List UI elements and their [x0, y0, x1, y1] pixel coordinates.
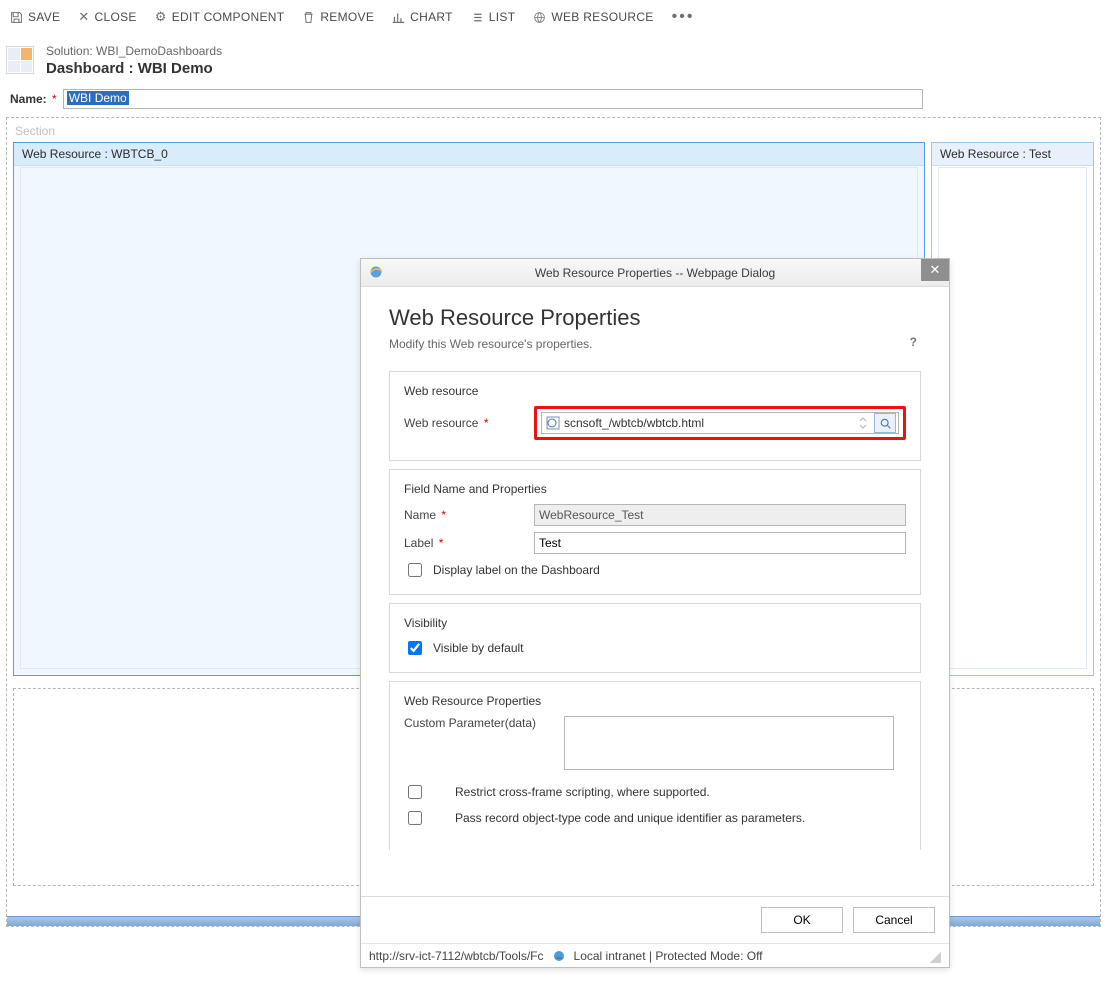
close-icon: ✕	[930, 262, 941, 278]
pass-record-checkbox[interactable]	[408, 811, 422, 825]
name-row: Name *	[404, 504, 906, 526]
edit-component-label: EDIT COMPONENT	[172, 10, 285, 24]
save-button[interactable]: SAVE	[10, 10, 60, 24]
label-input[interactable]	[534, 532, 906, 554]
dialog-subheading: Modify this Web resource's properties.	[389, 337, 921, 351]
dialog-title: Web Resource Properties -- Webpage Dialo…	[535, 266, 775, 280]
panel-visibility: Visibility Visible by default	[389, 603, 921, 673]
form-type-label: Dashboard :	[46, 60, 134, 77]
remove-button[interactable]: REMOVE	[302, 10, 374, 24]
web-resource-button[interactable]: WEB RESOURCE	[533, 10, 653, 24]
close-icon: ✕	[78, 9, 89, 25]
zone-icon	[552, 949, 566, 963]
status-zone: Local intranet | Protected Mode: Off	[574, 949, 763, 963]
restrict-scripting-checkbox[interactable]	[408, 785, 422, 799]
close-button[interactable]: ✕ CLOSE	[78, 9, 136, 25]
panel-web-resource: Web resource Web resource * scnsoft_/wbt…	[389, 371, 921, 461]
panel-field-name: Field Name and Properties Name * Label *…	[389, 469, 921, 595]
dashboard-name-input[interactable]: WBI Demo	[63, 89, 923, 109]
tile-header: Web Resource : Test	[932, 143, 1093, 166]
empty-tile[interactable]	[13, 688, 369, 886]
dialog-heading: Web Resource Properties	[389, 305, 921, 331]
save-label: SAVE	[28, 10, 60, 24]
dashboard-title-line: Dashboard : WBI Demo	[46, 60, 222, 77]
custom-param-input[interactable]	[564, 716, 894, 770]
web-resource-properties-dialog: Web Resource Properties -- Webpage Dialo…	[360, 258, 950, 968]
ie-icon	[369, 265, 383, 279]
dialog-title-bar: Web Resource Properties -- Webpage Dialo…	[361, 259, 949, 287]
edit-component-button[interactable]: ⚙ EDIT COMPONENT	[155, 9, 285, 25]
trash-icon	[302, 11, 315, 24]
chart-icon	[392, 11, 405, 24]
custom-param-label: Custom Parameter(data)	[404, 716, 554, 730]
name-input	[534, 504, 906, 526]
panel-title: Web resource	[404, 384, 906, 398]
resize-grip-icon[interactable]	[927, 949, 941, 963]
globe-icon	[533, 11, 546, 24]
web-resource-row: Web resource * scnsoft_/wbtcb/wbtcb.html	[404, 406, 906, 440]
custom-param-row: Custom Parameter(data)	[404, 716, 906, 770]
solution-line: Solution: WBI_DemoDashboards	[46, 44, 222, 58]
remove-label: REMOVE	[320, 10, 374, 24]
dashboard-name-value: WBI Demo	[67, 91, 129, 105]
display-label-row: Display label on the Dashboard	[404, 560, 906, 580]
name-field-row: Name: * WBI Demo	[0, 83, 1107, 117]
web-resource-label: Web resource *	[404, 416, 524, 430]
tile-header: Web Resource : WBTCB_0	[14, 143, 924, 166]
more-commands-button[interactable]: •••	[672, 8, 695, 26]
chart-label: CHART	[410, 10, 453, 24]
save-icon	[10, 11, 23, 24]
name-label: Name: *	[10, 92, 57, 106]
pass-record-row: Pass record object-type code and unique …	[404, 808, 906, 828]
restrict-row: Restrict cross-frame scripting, where su…	[404, 782, 906, 802]
web-resource-value: scnsoft_/wbtcb/wbtcb.html	[564, 416, 856, 430]
chart-button[interactable]: CHART	[392, 10, 453, 24]
web-resource-highlight: scnsoft_/wbtcb/wbtcb.html	[534, 406, 906, 440]
section-label: Section	[7, 118, 1100, 142]
spinner-icon[interactable]	[856, 414, 870, 432]
lookup-search-button[interactable]	[874, 413, 896, 433]
cancel-button[interactable]: Cancel	[853, 907, 935, 933]
display-label-text: Display label on the Dashboard	[433, 563, 600, 577]
panel-wr-properties: Web Resource Properties Custom Parameter…	[389, 681, 921, 850]
tile-web-resource-test[interactable]: Web Resource : Test	[931, 142, 1094, 676]
ok-button[interactable]: OK	[761, 907, 843, 933]
web-resource-lookup[interactable]: scnsoft_/wbtcb/wbtcb.html	[541, 412, 899, 434]
close-label: CLOSE	[95, 10, 137, 24]
form-header: Solution: WBI_DemoDashboards Dashboard :…	[0, 34, 1107, 83]
list-button[interactable]: LIST	[471, 10, 516, 24]
dashboard-form-icon	[6, 46, 34, 74]
dialog-status-bar: http://srv-ict-7112/wbtcb/Tools/Fc Local…	[361, 943, 949, 967]
visible-default-row: Visible by default	[404, 638, 906, 658]
visible-default-checkbox[interactable]	[408, 641, 422, 655]
label-row: Label *	[404, 532, 906, 554]
visible-default-text: Visible by default	[433, 641, 524, 655]
restrict-scripting-text: Restrict cross-frame scripting, where su…	[455, 785, 710, 799]
solution-name: WBI_DemoDashboards	[96, 44, 222, 58]
help-button[interactable]: ?	[910, 335, 917, 349]
list-label: LIST	[489, 10, 516, 24]
panel-title: Web Resource Properties	[404, 694, 906, 708]
gear-icon: ⚙	[155, 9, 167, 25]
solution-label: Solution:	[46, 44, 93, 58]
dialog-close-button[interactable]: ✕	[921, 259, 949, 281]
panel-title: Visibility	[404, 616, 906, 630]
pass-record-text: Pass record object-type code and unique …	[455, 811, 805, 825]
display-label-checkbox[interactable]	[408, 563, 422, 577]
list-icon	[471, 11, 484, 24]
name-label: Name *	[404, 508, 524, 522]
dialog-body: Web Resource Properties Modify this Web …	[361, 287, 949, 896]
dialog-footer: OK Cancel	[361, 896, 949, 943]
status-url: http://srv-ict-7112/wbtcb/Tools/Fc	[369, 949, 544, 963]
search-icon	[879, 417, 892, 430]
web-resource-label: WEB RESOURCE	[551, 10, 653, 24]
panel-title: Field Name and Properties	[404, 482, 906, 496]
label-label: Label *	[404, 536, 524, 550]
form-title: WBI Demo	[138, 60, 213, 77]
html-file-icon	[546, 416, 560, 430]
command-bar: SAVE ✕ CLOSE ⚙ EDIT COMPONENT REMOVE CHA…	[0, 0, 1107, 34]
tile-body	[938, 167, 1087, 669]
